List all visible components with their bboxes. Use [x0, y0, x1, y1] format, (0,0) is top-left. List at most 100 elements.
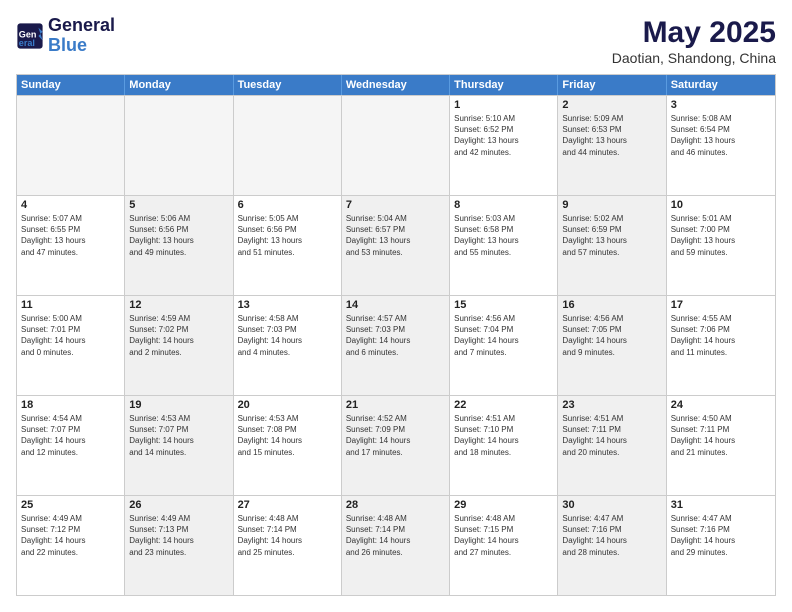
logo-line1: General: [48, 16, 115, 36]
empty-cell: [125, 96, 233, 195]
logo-text: General Blue: [48, 16, 115, 56]
day-cell-26: 26 Sunrise: 4:49 AM Sunset: 7:13 PM Dayli…: [125, 496, 233, 595]
day-number: 6: [238, 199, 337, 211]
day-cell-28: 28 Sunrise: 4:48 AM Sunset: 7:14 PM Dayli…: [342, 496, 450, 595]
day-cell-19: 19 Sunrise: 4:53 AM Sunset: 7:07 PM Dayli…: [125, 396, 233, 495]
day-number: 22: [454, 399, 553, 411]
day-cell-20: 20 Sunrise: 4:53 AM Sunset: 7:08 PM Dayli…: [234, 396, 342, 495]
calendar-row-3: 18Sunrise: 4:54 AM Sunset: 7:07 PM Dayli…: [17, 395, 775, 495]
day-number: 13: [238, 299, 337, 311]
day-cell-18: 18Sunrise: 4:54 AM Sunset: 7:07 PM Dayli…: [17, 396, 125, 495]
day-info: Sunrise: 5:10 AM Sunset: 6:52 PM Dayligh…: [454, 113, 553, 158]
calendar-row-2: 11 Sunrise: 5:00 AM Sunset: 7:01 PM Dayli…: [17, 295, 775, 395]
day-number: 9: [562, 199, 661, 211]
calendar-row-0: 1 Sunrise: 5:10 AM Sunset: 6:52 PM Daylig…: [17, 95, 775, 195]
day-number: 25: [21, 499, 120, 511]
day-cell-21: 21Sunrise: 4:52 AM Sunset: 7:09 PM Dayli…: [342, 396, 450, 495]
page: Gen eral General Blue May 2025 Daotian, …: [0, 0, 792, 612]
day-cell-13: 13 Sunrise: 4:58 AM Sunset: 7:03 PM Dayli…: [234, 296, 342, 395]
day-number: 21: [346, 399, 445, 411]
day-cell-25: 25 Sunrise: 4:49 AM Sunset: 7:12 PM Dayli…: [17, 496, 125, 595]
day-number: 20: [238, 399, 337, 411]
calendar-row-4: 25 Sunrise: 4:49 AM Sunset: 7:12 PM Dayli…: [17, 495, 775, 595]
title-block: May 2025 Daotian, Shandong, China: [612, 16, 776, 66]
calendar: SundayMondayTuesdayWednesdayThursdayFrid…: [16, 74, 776, 596]
day-cell-23: 23 Sunrise: 4:51 AM Sunset: 7:11 PM Dayli…: [558, 396, 666, 495]
day-number: 5: [129, 199, 228, 211]
day-info: Sunrise: 5:09 AM Sunset: 6:53 PM Dayligh…: [562, 113, 661, 158]
day-number: 24: [671, 399, 771, 411]
day-number: 8: [454, 199, 553, 211]
day-info: Sunrise: 4:59 AM Sunset: 7:02 PM Dayligh…: [129, 313, 228, 358]
day-cell-9: 9 Sunrise: 5:02 AM Sunset: 6:59 PM Daylig…: [558, 196, 666, 295]
day-number: 19: [129, 399, 228, 411]
day-header-thursday: Thursday: [450, 75, 558, 95]
day-cell-11: 11 Sunrise: 5:00 AM Sunset: 7:01 PM Dayli…: [17, 296, 125, 395]
day-info: Sunrise: 5:00 AM Sunset: 7:01 PM Dayligh…: [21, 313, 120, 358]
day-header-wednesday: Wednesday: [342, 75, 450, 95]
day-cell-29: 29Sunrise: 4:48 AM Sunset: 7:15 PM Dayli…: [450, 496, 558, 595]
day-header-tuesday: Tuesday: [234, 75, 342, 95]
day-number: 3: [671, 99, 771, 111]
day-info: Sunrise: 4:53 AM Sunset: 7:07 PM Dayligh…: [129, 413, 228, 458]
day-cell-31: 31 Sunrise: 4:47 AM Sunset: 7:16 PM Dayli…: [667, 496, 775, 595]
day-number: 2: [562, 99, 661, 111]
day-cell-8: 8 Sunrise: 5:03 AM Sunset: 6:58 PM Daylig…: [450, 196, 558, 295]
day-number: 26: [129, 499, 228, 511]
day-info: Sunrise: 5:06 AM Sunset: 6:56 PM Dayligh…: [129, 213, 228, 258]
day-info: Sunrise: 4:50 AM Sunset: 7:11 PM Dayligh…: [671, 413, 771, 458]
day-info: Sunrise: 5:03 AM Sunset: 6:58 PM Dayligh…: [454, 213, 553, 258]
day-info: Sunrise: 4:57 AM Sunset: 7:03 PM Dayligh…: [346, 313, 445, 358]
day-info: Sunrise: 5:05 AM Sunset: 6:56 PM Dayligh…: [238, 213, 337, 258]
day-number: 4: [21, 199, 120, 211]
calendar-header: SundayMondayTuesdayWednesdayThursdayFrid…: [17, 75, 775, 95]
header: Gen eral General Blue May 2025 Daotian, …: [16, 16, 776, 66]
empty-cell: [17, 96, 125, 195]
day-number: 11: [21, 299, 120, 311]
calendar-row-1: 4 Sunrise: 5:07 AM Sunset: 6:55 PM Daylig…: [17, 195, 775, 295]
day-cell-14: 14 Sunrise: 4:57 AM Sunset: 7:03 PM Dayli…: [342, 296, 450, 395]
day-info: Sunrise: 5:08 AM Sunset: 6:54 PM Dayligh…: [671, 113, 771, 158]
day-number: 29: [454, 499, 553, 511]
day-info: Sunrise: 4:51 AM Sunset: 7:10 PM Dayligh…: [454, 413, 553, 458]
day-number: 14: [346, 299, 445, 311]
day-info: Sunrise: 4:58 AM Sunset: 7:03 PM Dayligh…: [238, 313, 337, 358]
day-cell-22: 22 Sunrise: 4:51 AM Sunset: 7:10 PM Dayli…: [450, 396, 558, 495]
day-info: Sunrise: 4:48 AM Sunset: 7:14 PM Dayligh…: [238, 513, 337, 558]
day-info: Sunrise: 4:47 AM Sunset: 7:16 PM Dayligh…: [671, 513, 771, 558]
day-cell-17: 17Sunrise: 4:55 AM Sunset: 7:06 PM Dayli…: [667, 296, 775, 395]
day-cell-16: 16Sunrise: 4:56 AM Sunset: 7:05 PM Dayli…: [558, 296, 666, 395]
day-number: 12: [129, 299, 228, 311]
logo-line2: Blue: [48, 35, 87, 55]
day-cell-15: 15Sunrise: 4:56 AM Sunset: 7:04 PM Dayli…: [450, 296, 558, 395]
day-number: 15: [454, 299, 553, 311]
day-number: 1: [454, 99, 553, 111]
day-header-monday: Monday: [125, 75, 233, 95]
day-cell-4: 4 Sunrise: 5:07 AM Sunset: 6:55 PM Daylig…: [17, 196, 125, 295]
calendar-body: 1 Sunrise: 5:10 AM Sunset: 6:52 PM Daylig…: [17, 95, 775, 595]
day-header-saturday: Saturday: [667, 75, 775, 95]
day-info: Sunrise: 4:49 AM Sunset: 7:13 PM Dayligh…: [129, 513, 228, 558]
day-info: Sunrise: 5:04 AM Sunset: 6:57 PM Dayligh…: [346, 213, 445, 258]
day-info: Sunrise: 4:47 AM Sunset: 7:16 PM Dayligh…: [562, 513, 661, 558]
empty-cell: [342, 96, 450, 195]
day-number: 23: [562, 399, 661, 411]
day-cell-7: 7 Sunrise: 5:04 AM Sunset: 6:57 PM Daylig…: [342, 196, 450, 295]
day-cell-10: 10Sunrise: 5:01 AM Sunset: 7:00 PM Dayli…: [667, 196, 775, 295]
logo: Gen eral General Blue: [16, 16, 115, 56]
day-info: Sunrise: 4:48 AM Sunset: 7:14 PM Dayligh…: [346, 513, 445, 558]
day-header-sunday: Sunday: [17, 75, 125, 95]
day-cell-30: 30Sunrise: 4:47 AM Sunset: 7:16 PM Dayli…: [558, 496, 666, 595]
day-info: Sunrise: 4:53 AM Sunset: 7:08 PM Dayligh…: [238, 413, 337, 458]
day-info: Sunrise: 5:02 AM Sunset: 6:59 PM Dayligh…: [562, 213, 661, 258]
day-info: Sunrise: 4:51 AM Sunset: 7:11 PM Dayligh…: [562, 413, 661, 458]
day-info: Sunrise: 5:07 AM Sunset: 6:55 PM Dayligh…: [21, 213, 120, 258]
day-cell-27: 27Sunrise: 4:48 AM Sunset: 7:14 PM Dayli…: [234, 496, 342, 595]
day-number: 7: [346, 199, 445, 211]
day-info: Sunrise: 5:01 AM Sunset: 7:00 PM Dayligh…: [671, 213, 771, 258]
day-number: 28: [346, 499, 445, 511]
day-info: Sunrise: 4:49 AM Sunset: 7:12 PM Dayligh…: [21, 513, 120, 558]
day-header-friday: Friday: [558, 75, 666, 95]
day-cell-3: 3 Sunrise: 5:08 AM Sunset: 6:54 PM Daylig…: [667, 96, 775, 195]
day-number: 31: [671, 499, 771, 511]
